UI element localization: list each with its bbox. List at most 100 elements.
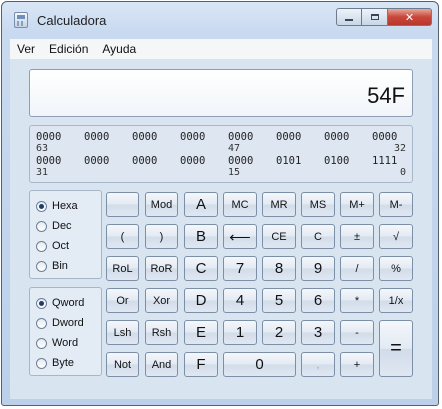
radio-label: Oct xyxy=(52,240,70,252)
hex-a-button[interactable]: A xyxy=(184,192,218,217)
radio-indicator[interactable] xyxy=(36,357,47,369)
radio-label: Qword xyxy=(52,297,85,309)
radio-label: Bin xyxy=(52,260,68,272)
radio-indicator[interactable] xyxy=(36,220,47,232)
minimize-button[interactable] xyxy=(336,8,362,26)
bit-position-label: 47 xyxy=(228,143,241,154)
blank-button[interactable] xyxy=(106,192,139,217)
radio-dword[interactable]: Dword xyxy=(36,317,84,329)
divide-button[interactable]: / xyxy=(340,256,374,281)
right-shift-button[interactable]: Rsh xyxy=(145,320,178,345)
decimal-button[interactable]: , xyxy=(301,352,335,377)
equals-button[interactable]: = xyxy=(379,320,413,377)
and-button[interactable]: And xyxy=(145,352,178,377)
menu-edicion[interactable]: Edición xyxy=(42,42,95,56)
digit-6-button[interactable]: 6 xyxy=(301,288,335,313)
binary-nibble: 0000 xyxy=(180,131,206,143)
hex-b-button[interactable]: B xyxy=(184,224,218,249)
add-button[interactable]: + xyxy=(340,352,374,377)
radio-oct[interactable]: Oct xyxy=(36,240,69,252)
xor-button[interactable]: Xor xyxy=(145,288,178,313)
bit-position-label: 32 xyxy=(393,143,406,154)
digit-1-button[interactable]: 1 xyxy=(223,320,257,345)
hex-c-button[interactable]: C xyxy=(184,256,218,281)
multiply-button[interactable]: * xyxy=(340,288,374,313)
not-button[interactable]: Not xyxy=(106,352,139,377)
or-button[interactable]: Or xyxy=(106,288,139,313)
binary-nibble: 0000 xyxy=(36,131,62,143)
memory-store-button[interactable]: MS xyxy=(301,192,335,217)
display-value: 54F xyxy=(367,83,405,108)
close-button[interactable]: ✕ xyxy=(388,8,432,26)
bit-position-label: 63 xyxy=(36,143,49,154)
binary-nibble: 0000 xyxy=(372,131,398,143)
calculator-icon xyxy=(14,12,28,28)
digit-5-button[interactable]: 5 xyxy=(262,288,296,313)
radio-label: Word xyxy=(52,337,79,349)
radio-qword[interactable]: Qword xyxy=(36,297,84,309)
radio-indicator[interactable] xyxy=(36,337,47,349)
minimize-icon xyxy=(345,19,353,21)
radio-indicator[interactable] xyxy=(36,317,47,329)
square-root-button[interactable]: √ xyxy=(379,224,413,249)
digit-0-button[interactable]: 0 xyxy=(223,352,296,377)
digit-3-button[interactable]: 3 xyxy=(301,320,335,345)
radio-indicator[interactable] xyxy=(36,240,47,252)
hex-f-button[interactable]: F xyxy=(184,352,218,377)
binary-nibble: 0100 xyxy=(324,155,350,167)
open-paren-button[interactable]: ( xyxy=(106,224,139,249)
left-shift-button[interactable]: Lsh xyxy=(106,320,139,345)
radio-label: Hexa xyxy=(52,200,78,212)
radio-indicator[interactable] xyxy=(36,200,47,212)
percent-button[interactable]: % xyxy=(379,256,413,281)
maximize-icon xyxy=(370,14,379,20)
memory-clear-button[interactable]: MC xyxy=(223,192,257,217)
memory-add-button[interactable]: M+ xyxy=(340,192,374,217)
memory-recall-button[interactable]: MR xyxy=(262,192,296,217)
rotate-right-button[interactable]: RoR xyxy=(145,256,178,281)
digit-9-button[interactable]: 9 xyxy=(301,256,335,281)
result-display: 54F xyxy=(29,69,413,117)
binary-nibble: 0000 xyxy=(84,155,110,167)
radio-label: Dword xyxy=(52,317,84,329)
radio-dec[interactable]: Dec xyxy=(36,220,72,232)
clear-button[interactable]: C xyxy=(301,224,335,249)
radio-bin[interactable]: Bin xyxy=(36,260,68,272)
hex-e-button[interactable]: E xyxy=(184,320,218,345)
binary-nibble: 0000 xyxy=(228,155,254,167)
radio-indicator[interactable] xyxy=(36,297,47,309)
maximize-button[interactable] xyxy=(362,8,388,26)
binary-nibble: 0000 xyxy=(132,131,158,143)
rotate-left-button[interactable]: RoL xyxy=(106,256,139,281)
binary-nibble: 0000 xyxy=(276,131,302,143)
binary-nibble: 0000 xyxy=(228,131,254,143)
digit-8-button[interactable]: 8 xyxy=(262,256,296,281)
title-bar[interactable]: Calculadora ✕ xyxy=(2,2,438,34)
reciprocal-button[interactable]: 1/x xyxy=(379,288,413,313)
menu-ayuda[interactable]: Ayuda xyxy=(95,42,143,56)
binary-nibble: 0000 xyxy=(36,155,62,167)
radio-byte[interactable]: Byte xyxy=(36,357,74,369)
clear-entry-button[interactable]: CE xyxy=(262,224,296,249)
digit-4-button[interactable]: 4 xyxy=(223,288,257,313)
radio-indicator[interactable] xyxy=(36,260,47,272)
binary-nibble: 1111 xyxy=(372,155,398,167)
radio-hexa[interactable]: Hexa xyxy=(36,200,78,212)
word-size-group: Qword Dword Word Byte xyxy=(29,287,102,376)
mod-button[interactable]: Mod xyxy=(145,192,178,217)
menu-ver[interactable]: Ver xyxy=(10,42,42,56)
negate-button[interactable]: ± xyxy=(340,224,374,249)
memory-subtract-button[interactable]: M- xyxy=(379,192,413,217)
subtract-button[interactable]: - xyxy=(340,320,374,345)
number-system-group: Hexa Dec Oct Bin xyxy=(29,190,102,279)
binary-display: 0000 0000 0000 0000 0000 0000 0000 0000 … xyxy=(29,125,413,183)
bit-position-label: 31 xyxy=(36,167,49,178)
backspace-button[interactable]: ⟵ xyxy=(223,224,257,249)
window-title: Calculadora xyxy=(37,13,107,28)
radio-label: Dec xyxy=(52,220,72,232)
close-paren-button[interactable]: ) xyxy=(145,224,178,249)
digit-7-button[interactable]: 7 xyxy=(223,256,257,281)
hex-d-button[interactable]: D xyxy=(184,288,218,313)
radio-word[interactable]: Word xyxy=(36,337,78,349)
digit-2-button[interactable]: 2 xyxy=(262,320,296,345)
